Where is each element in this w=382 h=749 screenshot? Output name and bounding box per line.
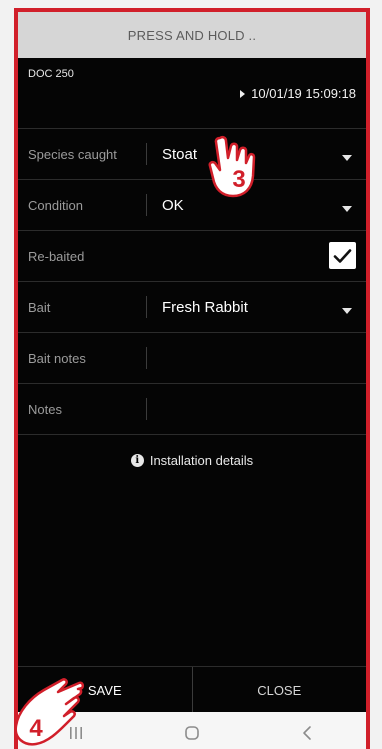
home-icon[interactable] xyxy=(172,718,212,748)
doc-id: DOC 250 xyxy=(28,68,74,80)
timestamp[interactable]: 10/01/19 15:09:18 xyxy=(240,86,356,101)
field-species-caught[interactable]: Species caught Stoat xyxy=(18,128,366,179)
play-arrow-icon xyxy=(240,89,246,98)
field-label: Re-baited xyxy=(28,248,85,264)
back-icon[interactable] xyxy=(288,718,328,748)
field-label: Bait xyxy=(28,299,51,315)
field-bait-notes[interactable]: Bait notes xyxy=(18,332,366,383)
step-4-label: 4 xyxy=(29,715,43,742)
page-title: PRESS AND HOLD .. xyxy=(127,27,257,43)
info-icon: i xyxy=(130,454,144,467)
divider xyxy=(146,398,147,420)
divider xyxy=(146,347,147,369)
field-bait[interactable]: Bait Fresh Rabbit xyxy=(18,281,366,332)
dropdown-arrow-icon xyxy=(342,155,352,161)
field-condition[interactable]: Condition OK xyxy=(18,179,366,230)
field-label: Species caught xyxy=(28,146,117,162)
field-notes[interactable]: Notes xyxy=(18,383,366,435)
close-button[interactable]: CLOSE xyxy=(193,667,367,713)
re-baited-checkbox[interactable] xyxy=(329,242,356,269)
installation-details-label: Installation details xyxy=(149,453,254,468)
condition-dropdown[interactable]: OK xyxy=(162,180,184,230)
divider xyxy=(146,296,147,318)
species-dropdown[interactable]: Stoat xyxy=(162,129,197,179)
divider xyxy=(146,143,147,165)
dropdown-arrow-icon xyxy=(342,206,352,212)
field-label: Notes xyxy=(28,401,62,417)
timestamp-text: 10/01/19 15:09:18 xyxy=(251,86,356,101)
pointer-hand-icon: 4 xyxy=(14,678,85,746)
divider xyxy=(146,194,147,216)
dropdown-arrow-icon xyxy=(342,308,352,314)
field-label: Bait notes xyxy=(28,350,86,366)
bait-dropdown[interactable]: Fresh Rabbit xyxy=(162,282,248,332)
field-re-baited[interactable]: Re-baited xyxy=(18,230,366,281)
installation-details-link[interactable]: i Installation details xyxy=(18,453,366,468)
field-label: Condition xyxy=(28,197,83,213)
press-and-hold-bar[interactable]: PRESS AND HOLD .. xyxy=(18,12,366,58)
step-3-label: 3 xyxy=(232,166,245,193)
checkmark-icon xyxy=(333,248,352,263)
form-fields: Species caught Stoat Condition OK Re-bai… xyxy=(18,128,366,435)
phone-screen: PRESS AND HOLD .. DOC 250 10/01/19 15:09… xyxy=(14,8,370,749)
pointer-hand-icon: 3 xyxy=(208,135,256,198)
